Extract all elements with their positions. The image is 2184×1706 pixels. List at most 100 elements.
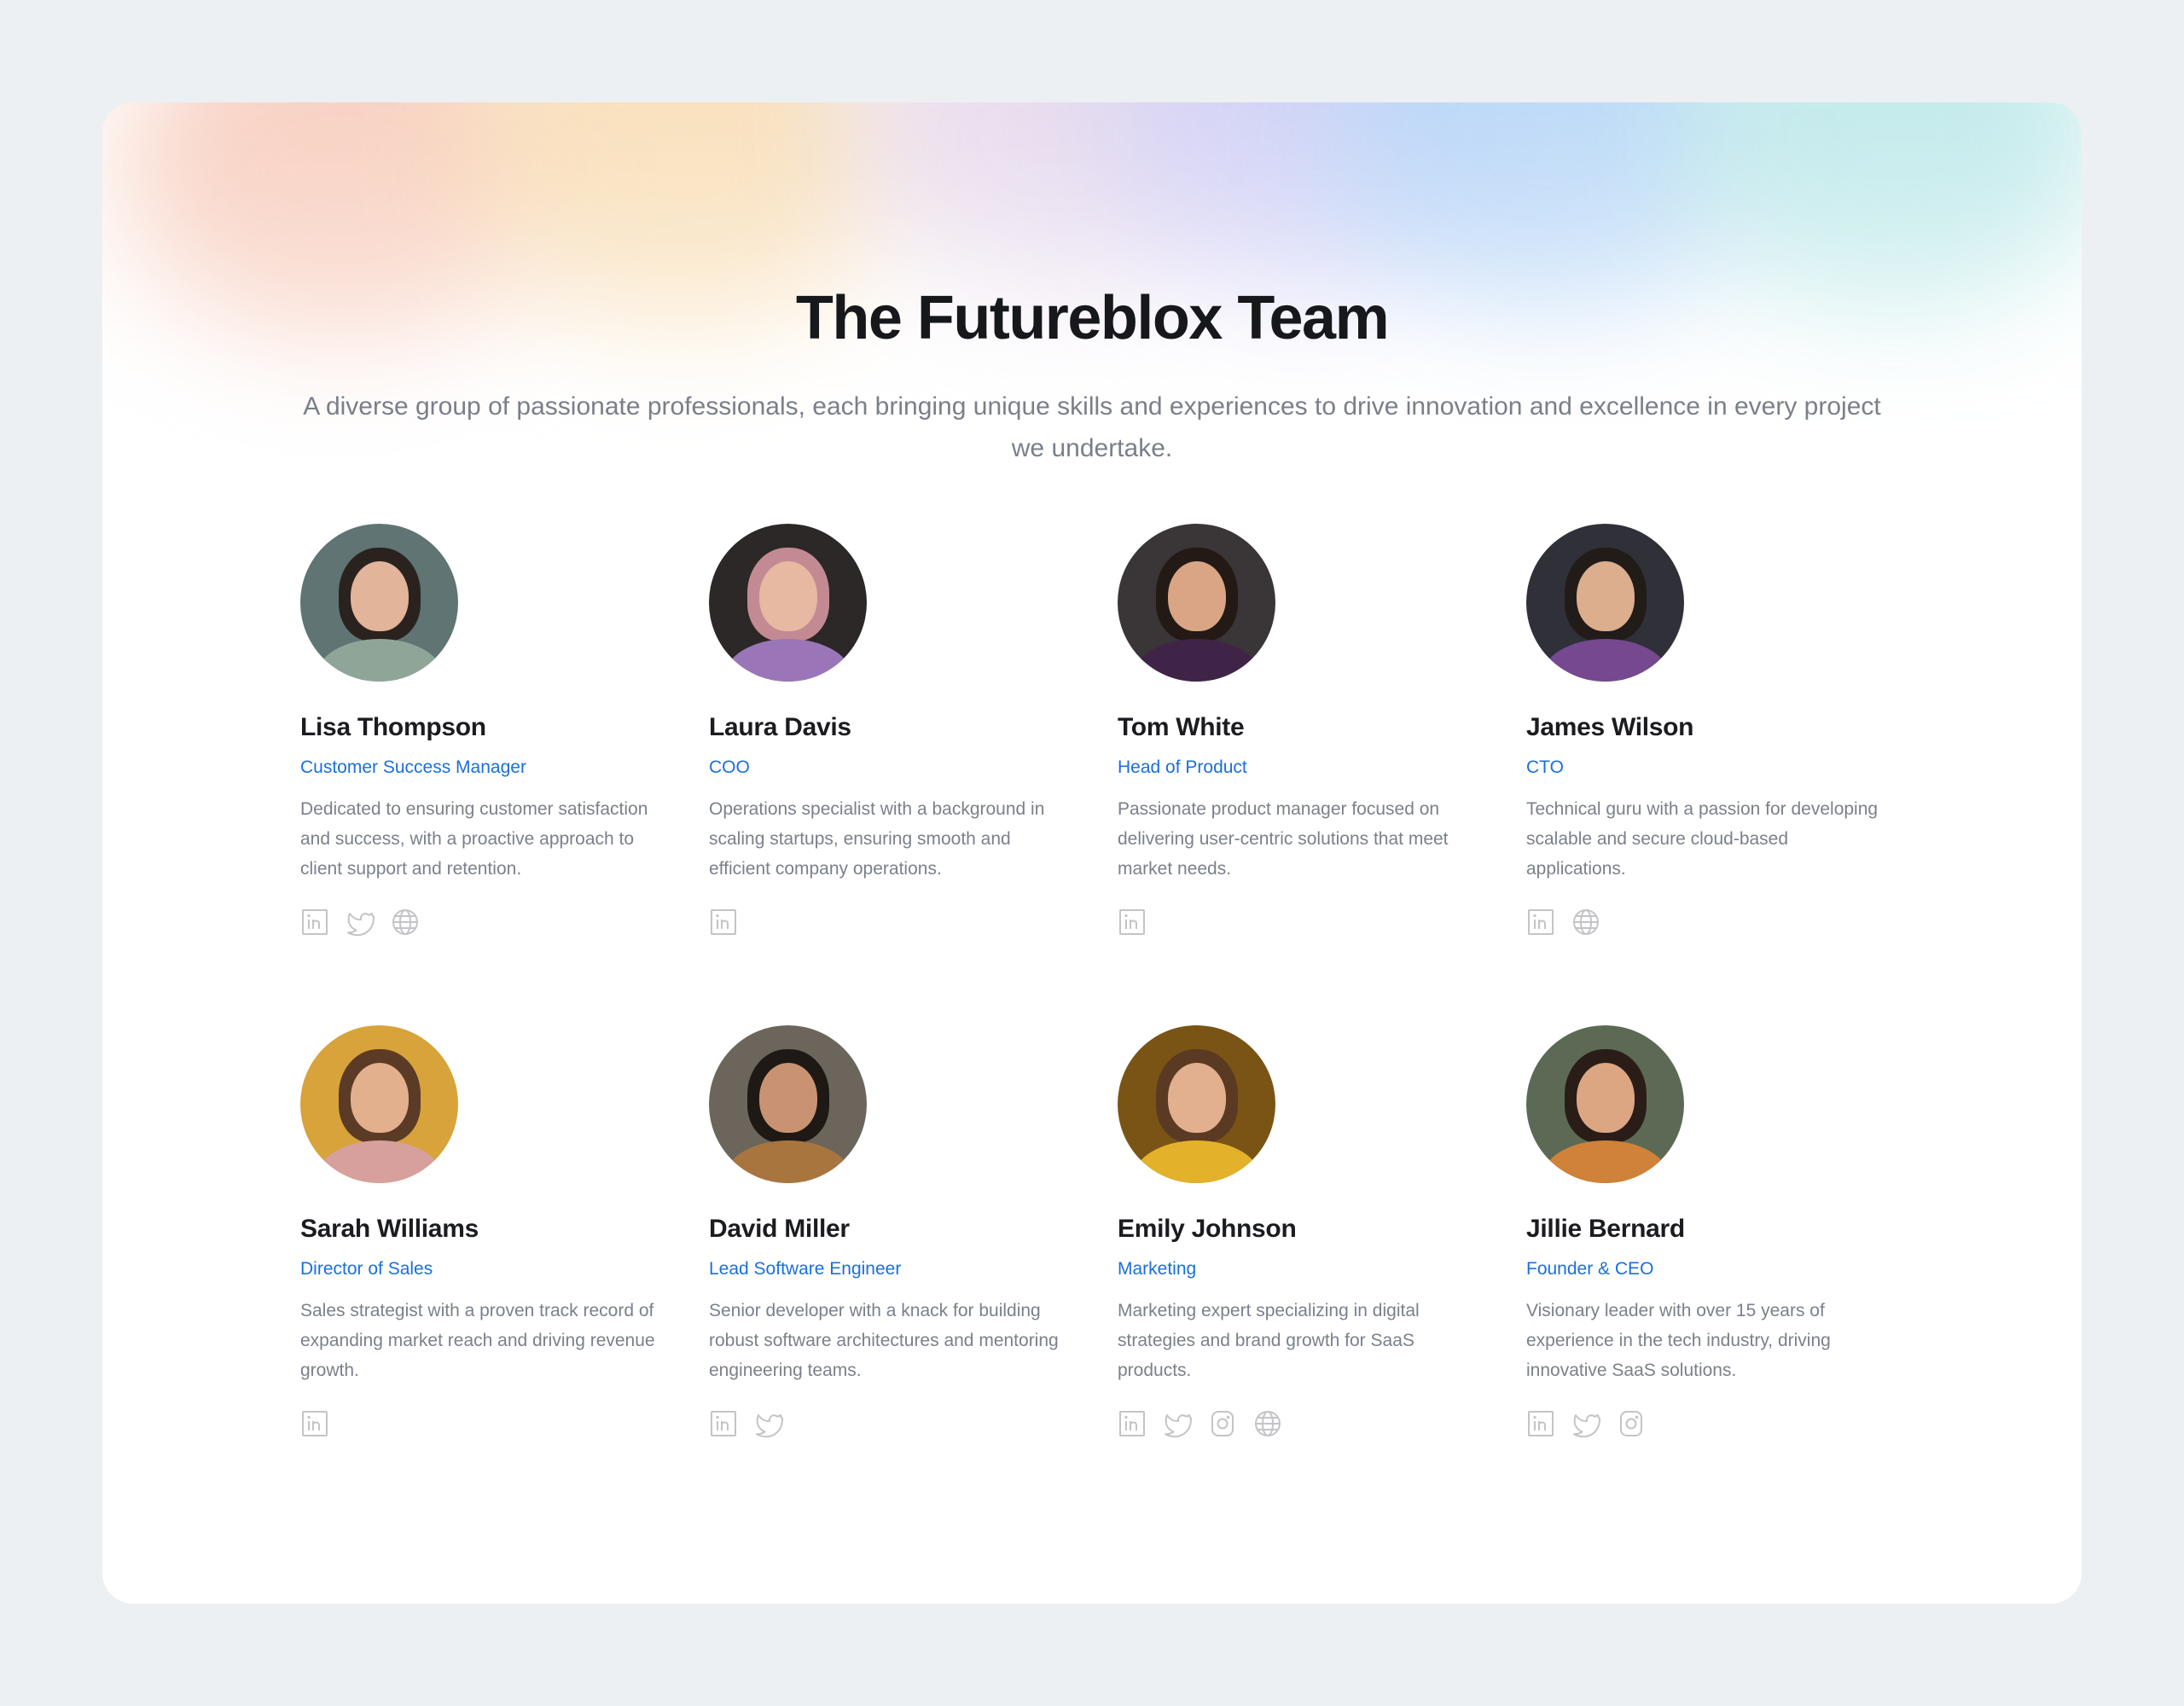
avatar[interactable]: [300, 524, 458, 682]
page-title: The Futureblox Team: [795, 284, 1390, 352]
avatar-body: [1541, 639, 1670, 682]
team-member-card-tom-white: Tom White Head of Product Passionate pro…: [1118, 524, 1526, 1025]
linkedin-icon: [1118, 908, 1147, 941]
avatar[interactable]: [709, 1025, 867, 1183]
twitter-link[interactable]: [346, 909, 375, 938]
avatar-body: [723, 639, 852, 682]
twitter-icon: [1571, 1409, 1600, 1442]
twitter-link[interactable]: [1571, 1411, 1600, 1440]
globe-link[interactable]: [1571, 908, 1600, 941]
avatar-body: [723, 1140, 852, 1183]
linkedin-link[interactable]: [1526, 908, 1555, 938]
avatar-body: [1132, 1140, 1261, 1183]
twitter-icon: [346, 908, 375, 941]
twitter-icon: [1163, 1409, 1192, 1442]
instagram-link[interactable]: [1617, 1409, 1646, 1442]
member-description: Operations specialist with a background …: [709, 799, 1045, 879]
member-description: Passionate product manager focused on de…: [1118, 799, 1449, 879]
avatar-face: [350, 1063, 409, 1134]
avatar-face: [1167, 1063, 1226, 1134]
linkedin-link[interactable]: [1118, 1409, 1147, 1442]
avatar[interactable]: [1526, 1025, 1684, 1183]
team-member-card-sarah-williams: Sarah Williams Director of Sales Sales s…: [300, 1025, 709, 1527]
member-role-link[interactable]: COO: [709, 755, 750, 780]
team-grid: Lisa Thompson Customer Success Manager D…: [300, 524, 1935, 1527]
social-links: [709, 908, 1118, 941]
linkedin-icon: [300, 908, 329, 941]
social-links: [300, 1409, 709, 1442]
avatar[interactable]: [1118, 524, 1275, 682]
team-member-card-james-wilson: James Wilson CTO Technical guru with a p…: [1526, 524, 1935, 1025]
linkedin-icon: [300, 1409, 329, 1442]
globe-link[interactable]: [1253, 1409, 1282, 1442]
team-member-card-jillie-bernard: Jillie Bernard Founder & CEO Visionary l…: [1526, 1025, 1935, 1527]
linkedin-link[interactable]: [300, 908, 329, 941]
linkedin-link[interactable]: [709, 908, 738, 941]
globe-icon: [1253, 1409, 1282, 1442]
avatar[interactable]: [709, 524, 867, 682]
twitter-link[interactable]: [1163, 1411, 1192, 1440]
instagram-icon: [1617, 1409, 1646, 1442]
social-links: [709, 1409, 1118, 1442]
social-links: [300, 908, 709, 941]
avatar-face: [758, 561, 817, 632]
avatar-body: [315, 639, 444, 682]
social-links: [1526, 908, 1935, 941]
avatar-body: [1541, 1140, 1670, 1183]
member-name: James Wilson: [1526, 713, 1694, 741]
member-role-link[interactable]: CTO: [1526, 755, 1564, 780]
member-name: Sarah Williams: [300, 1215, 479, 1243]
member-role-link[interactable]: Customer Success Manager: [300, 755, 526, 780]
social-links: [1118, 908, 1526, 941]
avatar-face: [1167, 561, 1226, 632]
member-name: Tom White: [1118, 713, 1245, 741]
member-name: Emily Johnson: [1118, 1215, 1297, 1243]
member-description: Technical guru with a passion for develo…: [1526, 799, 1879, 879]
team-member-card-lisa-thompson: Lisa Thompson Customer Success Manager D…: [300, 524, 709, 1025]
member-description: Dedicated to ensuring customer satisfact…: [300, 799, 648, 879]
avatar[interactable]: [300, 1025, 458, 1183]
avatar-body: [315, 1140, 444, 1183]
member-role-link[interactable]: Director of Sales: [300, 1256, 433, 1282]
instagram-icon: [1208, 1409, 1237, 1442]
globe-link[interactable]: [391, 908, 420, 941]
member-name: Laura Davis: [709, 713, 851, 741]
social-links: [1118, 1409, 1526, 1442]
avatar[interactable]: [1118, 1025, 1275, 1183]
member-role-link[interactable]: Marketing: [1118, 1256, 1196, 1282]
team-member-card-laura-davis: Laura Davis COO Operations specialist wi…: [709, 524, 1118, 1025]
team-section-card: The Futureblox Team A diverse group of p…: [102, 102, 2082, 1604]
social-links: [1526, 1409, 1935, 1442]
linkedin-icon: [1118, 1409, 1147, 1442]
member-description: Sales strategist with a proven track rec…: [300, 1301, 655, 1380]
linkedin-link[interactable]: [1118, 908, 1147, 941]
avatar[interactable]: [1526, 524, 1684, 682]
avatar-face: [1576, 561, 1635, 632]
globe-icon: [1571, 908, 1600, 941]
linkedin-icon: [709, 908, 738, 941]
team-member-card-emily-johnson: Emily Johnson Marketing Marketing expert…: [1118, 1025, 1526, 1527]
page-subtitle: A diverse group of passionate profession…: [303, 392, 1881, 462]
member-description: Visionary leader with over 15 years of e…: [1526, 1301, 1831, 1380]
linkedin-link[interactable]: [300, 1409, 329, 1442]
avatar-body: [1132, 639, 1261, 682]
globe-icon: [391, 908, 420, 941]
member-name: David Miller: [709, 1215, 850, 1243]
instagram-link[interactable]: [1208, 1409, 1237, 1442]
member-role-link[interactable]: Lead Software Engineer: [709, 1256, 901, 1282]
member-role-link[interactable]: Founder & CEO: [1526, 1256, 1653, 1282]
avatar-face: [1576, 1063, 1635, 1134]
twitter-link[interactable]: [754, 1411, 783, 1440]
linkedin-link[interactable]: [709, 1409, 738, 1442]
twitter-icon: [754, 1409, 783, 1442]
member-name: Lisa Thompson: [300, 713, 486, 741]
member-role-link[interactable]: Head of Product: [1118, 755, 1247, 780]
member-name: Jillie Bernard: [1526, 1215, 1685, 1243]
member-description: Senior developer with a knack for buildi…: [709, 1301, 1059, 1380]
linkedin-link[interactable]: [1526, 1409, 1555, 1442]
linkedin-icon: [1526, 1409, 1555, 1442]
team-member-card-david-miller: David Miller Lead Software Engineer Seni…: [709, 1025, 1118, 1527]
avatar-face: [350, 561, 409, 632]
linkedin-icon: [709, 1409, 738, 1442]
avatar-face: [758, 1063, 817, 1134]
